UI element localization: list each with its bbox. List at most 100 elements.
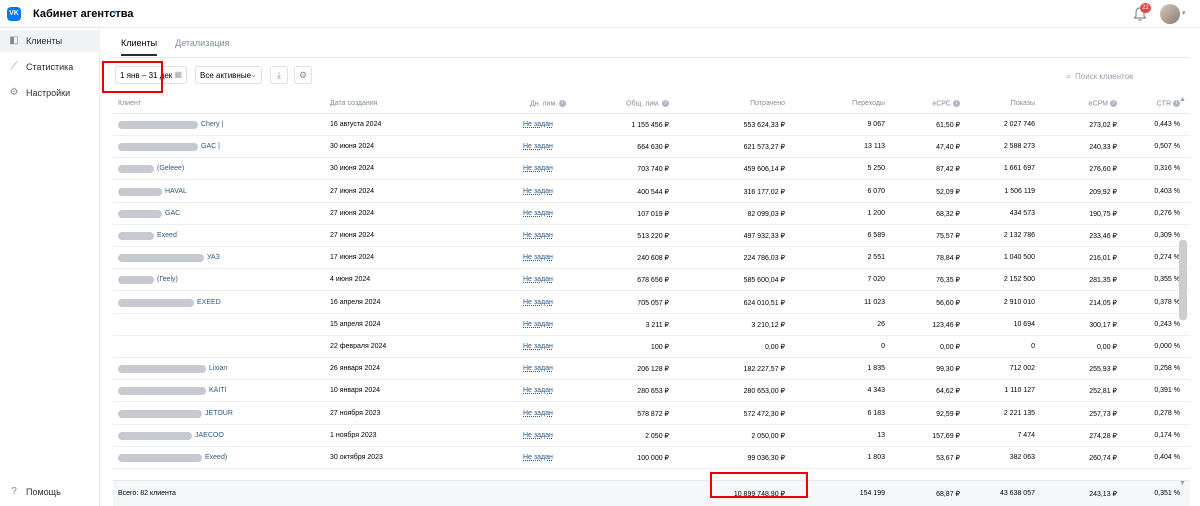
daily-limit-link[interactable]: Не задан xyxy=(523,276,553,283)
column-header[interactable]: Дн. лим. i xyxy=(530,100,567,107)
daily-limit-link[interactable]: Не задан xyxy=(523,165,553,172)
spent-value: 280 653,00 ₽ xyxy=(743,388,785,396)
scroll-down-icon[interactable]: ▼ xyxy=(1179,480,1186,487)
client-name[interactable]: Exeed xyxy=(157,232,177,239)
spent-value: 497 932,33 ₽ xyxy=(743,233,785,240)
table-row[interactable]: Chery | 16 августа 2024 Не задан 1 155 456 … xyxy=(113,114,1190,136)
ctr-value: 0,276 % xyxy=(1154,209,1180,217)
column-header[interactable]: Клиент xyxy=(118,100,141,107)
client-name[interactable]: JAECOO xyxy=(195,432,224,439)
scrollbar[interactable] xyxy=(1179,240,1187,320)
table-row[interactable]: Exeed) 30 октября 2023 Не задан 100 000 ₽ 99… xyxy=(113,447,1190,469)
client-name[interactable]: Exeed) xyxy=(205,454,227,461)
daily-limit-link[interactable]: Не задан xyxy=(523,232,553,239)
column-header[interactable]: eCPM i xyxy=(1089,100,1117,107)
sidebar-item-settings[interactable]: ⚙ Настройки xyxy=(0,82,100,104)
daily-limit-link[interactable]: Не задан xyxy=(523,254,553,261)
tab-details[interactable]: Детализация xyxy=(175,38,229,56)
column-header[interactable]: Потрачено xyxy=(750,100,785,107)
shows-value: 1 661 697 xyxy=(1003,165,1035,173)
table-row[interactable]: Exeed 27 июня 2024 Не задан 513 220 ₽ 497 93… xyxy=(113,225,1190,247)
client-name[interactable]: EXEED xyxy=(197,299,221,306)
table-row[interactable]: JETOUR 27 ноября 2023 Не задан 578 872 ₽ 572… xyxy=(113,403,1190,425)
daily-limit-link[interactable]: Не задан xyxy=(523,210,553,217)
client-name[interactable]: (Геely) xyxy=(157,276,178,283)
sidebar-item-statistics[interactable]: ⟋ Статистика xyxy=(0,56,100,78)
ecpc-value: 75,57 ₽ xyxy=(936,233,960,240)
column-header[interactable]: Дата создания xyxy=(330,100,377,107)
table-row[interactable]: GAC | 30 июня 2024 Не задан 664 630 ₽ 621 57… xyxy=(113,136,1190,159)
chevron-down-icon[interactable]: ▾ xyxy=(113,8,117,17)
daily-limit-link[interactable]: Не задан xyxy=(523,410,553,417)
ecpm-value: 257,73 ₽ xyxy=(1089,410,1117,418)
daily-limit-link[interactable]: Не задан xyxy=(523,432,553,439)
download-button[interactable]: ⤓ xyxy=(270,66,288,84)
daily-limit-link[interactable]: Не задан xyxy=(523,321,553,328)
total-clicks: 154 199 xyxy=(859,490,885,497)
client-name[interactable]: GAC xyxy=(165,210,180,217)
table-row[interactable]: Lixian 26 января 2024 Не задан 206 128 ₽ 182… xyxy=(113,358,1190,381)
client-name[interactable]: УАЗ xyxy=(207,254,220,261)
app-title[interactable]: Кабинет агентства xyxy=(33,8,134,20)
daily-limit-link[interactable]: Не задан xyxy=(523,387,553,394)
ecpm-value: 216,01 ₽ xyxy=(1089,255,1117,263)
daily-limit-link[interactable]: Не задан xyxy=(523,454,553,461)
table-row[interactable]: JAECOO 1 ноября 2023 Не задан 2 050 ₽ 2 050,… xyxy=(113,425,1190,447)
table-row[interactable]: 15 апреля 2024 Не задан 3 211 ₽ 3 210,12 ₽ 2… xyxy=(113,314,1190,336)
client-name[interactable]: (Geleee) xyxy=(157,165,184,172)
client-name[interactable]: Lixian xyxy=(209,365,227,372)
total-shows: 43 638 057 xyxy=(999,490,1035,497)
daily-limit-link[interactable]: Не задан xyxy=(523,188,553,195)
redacted-name xyxy=(118,121,198,129)
table-row[interactable]: (Geleee) 30 июня 2024 Не задан 703 740 ₽ 459… xyxy=(113,158,1190,181)
clicks-value: 13 xyxy=(877,431,885,439)
client-name[interactable]: KAITI xyxy=(209,387,227,394)
column-header[interactable]: CTR i xyxy=(1157,100,1180,107)
client-name[interactable]: JETOUR xyxy=(205,410,233,417)
table-row[interactable]: (Геely) 4 июня 2024 Не задан 678 656 ₽ 585 6… xyxy=(113,269,1190,292)
column-header[interactable]: Показы xyxy=(1011,100,1035,107)
daily-limit-link[interactable]: Не задан xyxy=(523,365,553,372)
table-row[interactable]: GAC 27 июня 2024 Не задан 107 019 ₽ 82 099,0… xyxy=(113,203,1190,225)
chevron-down-icon[interactable]: ▾ xyxy=(1182,9,1186,17)
daily-limit-link[interactable]: Не задан xyxy=(523,299,553,306)
client-name[interactable]: GAC | xyxy=(201,143,220,150)
download-icon: ⤓ xyxy=(277,70,281,80)
creation-date: 4 июня 2024 xyxy=(330,276,371,284)
clicks-value: 6 183 xyxy=(867,409,885,417)
daily-limit-link[interactable]: Не задан xyxy=(523,143,553,150)
ctr-value: 0,355 % xyxy=(1154,276,1180,284)
column-header[interactable]: eCPC i xyxy=(932,100,960,107)
ecpc-value: 76,35 ₽ xyxy=(936,277,960,285)
clients-table: Клиент Дата создания Дн. лим. i Общ. лим.… xyxy=(113,94,1190,506)
ctr-value: 0,274 % xyxy=(1154,254,1180,262)
ctr-value: 0,000 % xyxy=(1154,343,1180,350)
table-row[interactable]: УАЗ 17 июня 2024 Не задан 240 608 ₽ 224 786,… xyxy=(113,247,1190,270)
search-input[interactable]: ⌕ Поиск клиентов xyxy=(1066,68,1166,84)
avatar[interactable] xyxy=(1160,4,1180,24)
client-name[interactable]: Chery | xyxy=(201,121,223,128)
scroll-up-icon[interactable]: ▲ xyxy=(1179,96,1186,103)
table-row[interactable]: EXEED 16 апреля 2024 Не задан 705 057 ₽ 624 … xyxy=(113,292,1190,314)
table-footer: Всего: 82 клиента 10 899 748,90 ₽ 154 19… xyxy=(113,480,1190,506)
spent-value: 182 227,57 ₽ xyxy=(743,366,785,374)
ads-filter-select[interactable]: Все активные ⌄ xyxy=(195,66,262,84)
sidebar-item-clients[interactable]: ◧ Клиенты xyxy=(0,30,100,52)
table-row[interactable]: HAVAL 27 июня 2024 Не задан 400 544 ₽ 316 17… xyxy=(113,181,1190,203)
creation-date: 17 июня 2024 xyxy=(330,254,375,262)
help-link[interactable]: ? Помощь xyxy=(8,486,61,498)
daily-limit-link[interactable]: Не задан xyxy=(523,121,553,128)
redacted-name xyxy=(118,387,206,396)
ctr-value: 0,316 % xyxy=(1154,165,1180,173)
daily-limit-link[interactable]: Не задан xyxy=(523,343,553,350)
settings-button[interactable]: ⚙ xyxy=(294,66,312,84)
vk-logo-icon[interactable]: VK xyxy=(7,7,21,21)
column-header[interactable]: Переходы xyxy=(852,100,885,107)
table-row[interactable]: 22 февраля 2024 Не задан 100 ₽ 0,00 ₽ 0 0,00 … xyxy=(113,336,1190,358)
column-header[interactable]: Общ. лим. i xyxy=(626,100,669,107)
table-row[interactable]: KAITI 10 января 2024 Не задан 280 653 ₽ 280 … xyxy=(113,380,1190,403)
ecpc-value: 157,69 ₽ xyxy=(932,432,960,440)
tab-clients[interactable]: Клиенты xyxy=(121,38,158,56)
spent-value: 0,00 ₽ xyxy=(764,344,785,351)
client-name[interactable]: HAVAL xyxy=(165,188,187,195)
